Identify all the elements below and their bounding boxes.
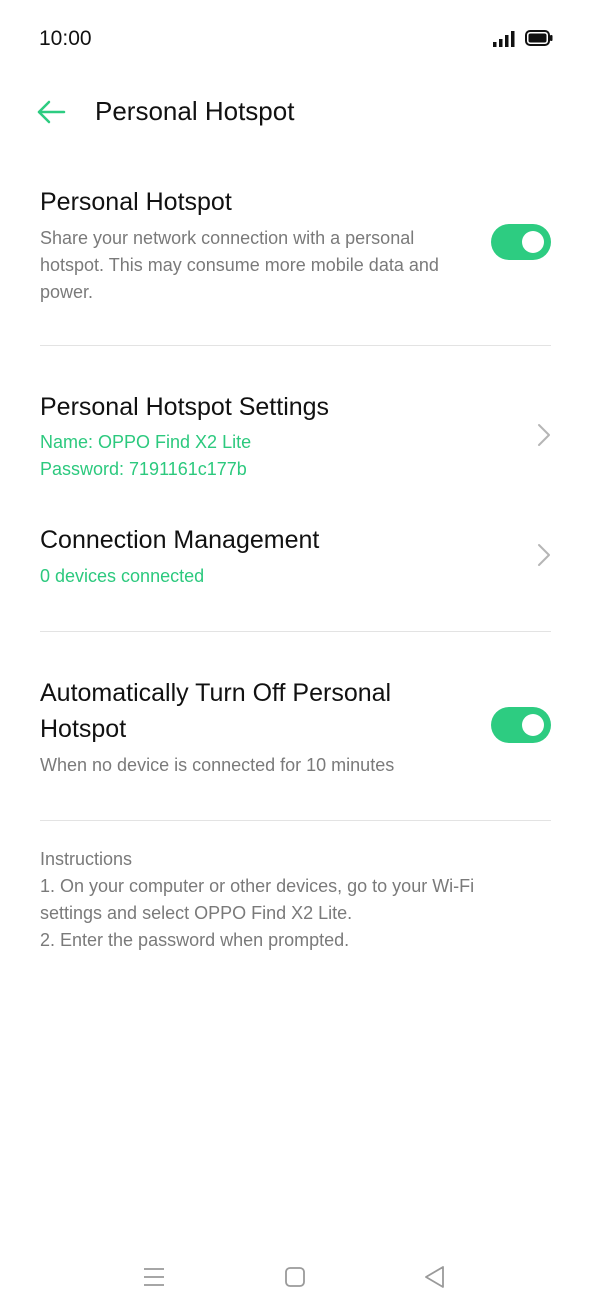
chevron-right-icon [538,544,550,566]
back-triangle-icon[interactable] [422,1264,448,1290]
toggle-knob [522,714,544,736]
battery-icon [525,30,553,46]
instructions-step1: 1. On your computer or other devices, go… [40,876,475,923]
instructions-step2: 2. Enter the password when prompted. [40,930,350,950]
connection-management-title: Connection Management [40,526,320,554]
menu-icon[interactable] [141,1264,167,1290]
instructions-heading: Instructions [40,849,133,869]
connection-management-row[interactable]: Connection Management 0 devices connecte… [0,510,590,610]
signal-icon [493,31,515,47]
hotspot-settings-title: Personal Hotspot Settings [40,393,330,421]
hotspot-settings-row[interactable]: Personal Hotspot Settings Name: OPPO Fin… [0,375,590,495]
header: Personal Hotspot [0,80,590,146]
back-arrow-icon[interactable] [36,99,66,125]
status-time: 10:00 [39,27,92,50]
toggle-knob [522,231,544,253]
auto-off-toggle[interactable] [491,707,551,743]
page-title: Personal Hotspot [95,96,295,126]
hotspot-description: Share your network connection with a per… [40,228,439,302]
hotspot-toggle[interactable] [491,224,551,260]
divider [40,345,551,346]
auto-off-title-line2: Hotspot [40,715,127,743]
navigation-bar [0,1248,590,1312]
auto-off-description: When no device is connected for 10 minut… [40,755,395,775]
home-icon[interactable] [282,1264,308,1290]
auto-off-title-line1: Automatically Turn Off Personal [40,679,392,707]
divider [40,820,551,821]
chevron-right-icon [538,424,550,446]
hotspot-password: Password: 7191161c177b [40,459,247,479]
hotspot-name: Name: OPPO Find X2 Lite [40,432,252,452]
divider [40,631,551,632]
connection-status: 0 devices connected [40,566,205,586]
status-bar: 10:00 [0,0,590,80]
hotspot-title: Personal Hotspot [40,188,232,216]
